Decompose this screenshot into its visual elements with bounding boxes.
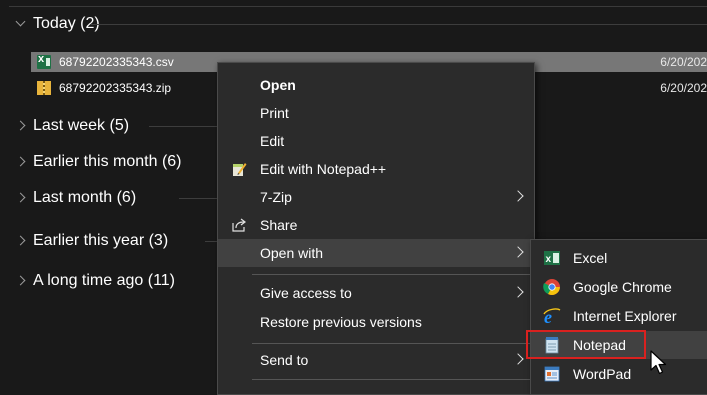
menu-item-open[interactable]: Open bbox=[218, 71, 534, 99]
group-divider bbox=[91, 24, 707, 25]
excel-csv-icon bbox=[37, 53, 51, 69]
menu-label: Send to bbox=[260, 352, 309, 368]
file-name: 68792202335343.csv bbox=[59, 55, 174, 69]
menu-item-print[interactable]: Print bbox=[218, 99, 534, 127]
excel-icon: x bbox=[544, 251, 560, 265]
group-divider bbox=[149, 126, 219, 127]
group-header-earlier-this-month[interactable]: Earlier this month (6) bbox=[9, 148, 182, 176]
top-divider bbox=[9, 6, 707, 7]
group-label: A long time ago (11) bbox=[33, 272, 176, 289]
chrome-icon bbox=[543, 279, 560, 296]
submenu-arrow-icon bbox=[514, 192, 522, 200]
notepad-icon bbox=[545, 337, 559, 354]
context-menu: Open Print Edit Edit with Notepad++ 7-Zi… bbox=[217, 62, 535, 395]
submenu-label: WordPad bbox=[573, 366, 632, 382]
menu-item-send-to[interactable]: Send to bbox=[218, 346, 534, 374]
menu-label: Restore previous versions bbox=[260, 314, 422, 330]
chevron-down-icon[interactable] bbox=[15, 18, 27, 30]
submenu-item-chrome[interactable]: Google Chrome bbox=[531, 273, 707, 301]
mouse-cursor-icon bbox=[650, 350, 667, 375]
group-divider bbox=[179, 198, 219, 199]
zip-folder-icon bbox=[37, 81, 51, 95]
group-header-earlier-this-year[interactable]: Earlier this year (3) bbox=[9, 227, 168, 255]
menu-item-restore-versions[interactable]: Restore previous versions bbox=[218, 308, 534, 336]
wordpad-icon bbox=[544, 366, 560, 382]
chevron-right-icon[interactable] bbox=[15, 275, 27, 287]
file-date: 6/20/202 bbox=[660, 81, 707, 95]
submenu-label: Google Chrome bbox=[573, 279, 672, 295]
group-label: Today (2) bbox=[33, 15, 100, 32]
menu-label: Open with bbox=[260, 245, 324, 261]
menu-item-share[interactable]: Share bbox=[218, 211, 534, 239]
submenu-item-notepad[interactable]: Notepad bbox=[526, 330, 707, 359]
group-label: Earlier this month (6) bbox=[33, 153, 182, 170]
notepad-plus-plus-icon bbox=[233, 163, 247, 176]
group-label: Earlier this year (3) bbox=[33, 232, 169, 249]
menu-item-give-access[interactable]: Give access to bbox=[218, 279, 534, 307]
menu-label: Open bbox=[260, 77, 296, 93]
submenu-item-internet-explorer[interactable]: e Internet Explorer bbox=[531, 302, 707, 330]
chevron-right-icon[interactable] bbox=[15, 192, 27, 204]
submenu-item-wordpad[interactable]: WordPad bbox=[531, 360, 707, 388]
internet-explorer-icon: e bbox=[543, 307, 561, 325]
group-header-last-week[interactable]: Last week (5) bbox=[9, 112, 129, 140]
menu-separator bbox=[252, 274, 534, 275]
menu-label: Share bbox=[260, 217, 298, 233]
menu-item-7zip[interactable]: 7-Zip bbox=[218, 183, 534, 211]
submenu-label: Notepad bbox=[573, 337, 626, 353]
svg-text:x: x bbox=[546, 254, 552, 265]
file-name: 68792202335343.zip bbox=[59, 81, 172, 95]
menu-item-edit-notepadpp[interactable]: Edit with Notepad++ bbox=[218, 155, 534, 183]
menu-label: Print bbox=[260, 105, 289, 121]
submenu-arrow-icon bbox=[514, 355, 522, 363]
submenu-item-excel[interactable]: x Excel bbox=[531, 244, 707, 272]
menu-label: Edit bbox=[260, 133, 285, 149]
menu-label: Give access to bbox=[260, 285, 352, 301]
file-date: 6/20/202 bbox=[660, 55, 707, 69]
submenu-label: Excel bbox=[573, 250, 608, 266]
menu-separator bbox=[252, 379, 534, 380]
chevron-right-icon[interactable] bbox=[15, 120, 27, 132]
open-with-submenu: x Excel Google Chrome e Internet Explore… bbox=[526, 239, 707, 395]
chevron-right-icon[interactable] bbox=[15, 235, 27, 247]
group-label: Last week (5) bbox=[33, 117, 130, 134]
group-label: Last month (6) bbox=[33, 189, 137, 206]
share-icon bbox=[232, 218, 246, 232]
group-header-last-month[interactable]: Last month (6) bbox=[9, 184, 136, 212]
menu-item-edit[interactable]: Edit bbox=[218, 127, 534, 155]
submenu-arrow-icon bbox=[514, 248, 522, 256]
menu-label: Edit with Notepad++ bbox=[260, 161, 387, 177]
chevron-right-icon[interactable] bbox=[15, 156, 27, 168]
group-header-long-time-ago[interactable]: A long time ago (11) bbox=[9, 267, 175, 295]
menu-item-open-with[interactable]: Open with bbox=[218, 239, 534, 267]
group-header-today[interactable]: Today (2) bbox=[9, 10, 100, 38]
menu-label: 7-Zip bbox=[260, 189, 292, 205]
submenu-arrow-icon bbox=[514, 288, 522, 296]
submenu-label: Internet Explorer bbox=[573, 308, 677, 324]
menu-separator bbox=[252, 343, 534, 344]
